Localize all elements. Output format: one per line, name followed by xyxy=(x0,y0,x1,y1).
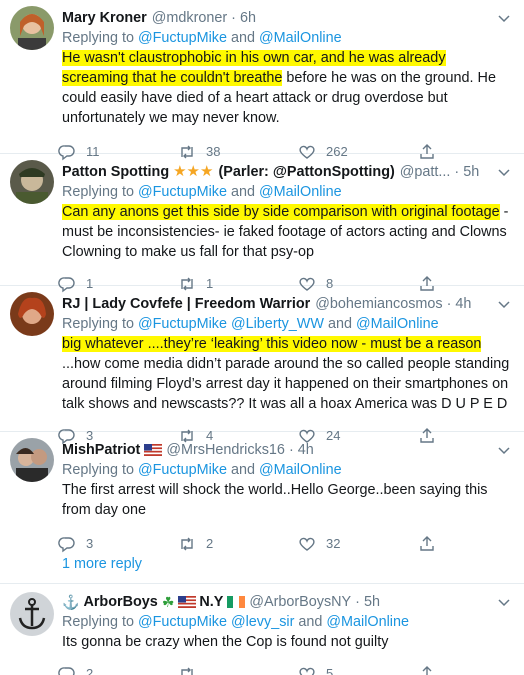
share-icon xyxy=(420,536,434,551)
display-name-suffix[interactable]: N.Y xyxy=(199,592,223,612)
tweet-rj-lady-covfefe[interactable]: RJ | Lady Covfefe | Freedom Warrior @boh… xyxy=(0,286,524,445)
display-name-suffix[interactable]: (Parler: @PattonSpotting) xyxy=(218,162,394,182)
separator-dot: · xyxy=(355,594,360,610)
tweet-patton-spotting[interactable]: Patton Spotting ★★★ (Parler: @PattonSpot… xyxy=(0,154,524,293)
share-button[interactable] xyxy=(418,535,448,553)
tweet-text: Its gonna be crazy when the Cop is found… xyxy=(62,634,389,650)
separator-dot: · xyxy=(454,164,460,180)
separator-dot: · xyxy=(288,442,294,458)
tweet-text: He wasn't claustrophobic in his own car,… xyxy=(62,50,496,126)
replying-to: Replying to @FuctupMike @levy_sir and @M… xyxy=(62,614,409,630)
user-handle[interactable]: @bohemiancosmos xyxy=(315,294,442,314)
tweet-arborboys[interactable]: ⚓ ArborBoys ☘ N.Y @ArborBoysNY · 5h Repl… xyxy=(0,584,524,675)
user-handle[interactable]: @MrsHendricks16 xyxy=(166,440,285,460)
heart-icon xyxy=(299,537,315,551)
share-button[interactable] xyxy=(418,665,448,675)
highlighted-text: Can any anons get this side by side comp… xyxy=(62,204,500,220)
timestamp[interactable]: 5h xyxy=(364,592,380,612)
reply-button[interactable]: 3 xyxy=(58,534,178,554)
like-button[interactable]: 5 xyxy=(298,664,418,675)
us-flag-icon xyxy=(144,444,163,456)
tweet-text: The first arrest will shock the world..H… xyxy=(62,482,488,518)
display-name[interactable]: RJ | Lady Covfefe | Freedom Warrior xyxy=(62,294,310,314)
tweet-mary-kroner[interactable]: Mary Kroner @mdkroner · 6h Replying to @… xyxy=(0,0,524,161)
display-name[interactable]: Mary Kroner xyxy=(62,8,147,28)
user-handle[interactable]: @ArborBoysNY xyxy=(249,592,351,612)
mention-link[interactable]: @FuctupMike xyxy=(138,462,227,478)
replying-to: Replying to @FuctupMike @Liberty_WW and … xyxy=(62,316,439,332)
chevron-down-icon[interactable] xyxy=(496,594,512,610)
retweet-button[interactable] xyxy=(178,665,298,675)
heart-icon xyxy=(299,667,315,675)
display-name[interactable]: Patton Spotting xyxy=(62,162,169,182)
mention-link[interactable]: @FuctupMike xyxy=(138,614,227,630)
tweet-text: big whatever ....they’re ‘leaking’ this … xyxy=(62,336,510,412)
separator-dot: · xyxy=(231,10,236,26)
timestamp[interactable]: 4h xyxy=(455,294,471,314)
chevron-down-icon[interactable] xyxy=(496,10,512,26)
mention-link[interactable]: @MailOnline xyxy=(259,184,342,200)
star-emoji-icon: ★★★ xyxy=(173,163,214,180)
chevron-down-icon[interactable] xyxy=(496,296,512,312)
avatar[interactable] xyxy=(10,160,54,204)
display-name[interactable]: ArborBoys xyxy=(83,592,157,612)
separator-dot: · xyxy=(446,296,452,312)
retweet-icon xyxy=(181,537,193,551)
avatar[interactable] xyxy=(10,6,54,50)
mention-link[interactable]: @FuctupMike xyxy=(138,184,227,200)
mention-link[interactable]: @MailOnline xyxy=(326,614,409,630)
avatar[interactable] xyxy=(10,592,54,636)
mention-link[interactable]: @Liberty_WW xyxy=(231,316,324,332)
user-handle[interactable]: @patt... xyxy=(400,162,451,182)
user-handle[interactable]: @mdkroner xyxy=(152,8,227,28)
timestamp[interactable]: 4h xyxy=(298,440,314,460)
timestamp[interactable]: 5h xyxy=(463,162,479,182)
chevron-down-icon[interactable] xyxy=(496,442,512,458)
tweet-text: Can any anons get this side by side comp… xyxy=(62,204,509,260)
like-button[interactable]: 32 xyxy=(298,534,418,554)
display-name[interactable]: MishPatriot xyxy=(62,440,140,460)
timestamp[interactable]: 6h xyxy=(240,8,256,28)
mention-link[interactable]: @MailOnline xyxy=(356,316,439,332)
replying-to: Replying to @FuctupMike and @MailOnline xyxy=(62,184,342,200)
mention-link[interactable]: @FuctupMike xyxy=(138,30,227,46)
tweet-mishpatriot[interactable]: MishPatriot @MrsHendricks16 · 4h Replyin… xyxy=(0,432,524,553)
chevron-down-icon[interactable] xyxy=(496,164,512,180)
share-icon xyxy=(422,666,432,675)
shamrock-emoji-icon: ☘ xyxy=(161,594,175,610)
reply-button[interactable]: 2 xyxy=(58,664,178,675)
mention-link[interactable]: @levy_sir xyxy=(231,614,294,630)
mention-link[interactable]: @MailOnline xyxy=(259,462,342,478)
reply-icon xyxy=(58,667,75,675)
highlighted-text: big whatever ....they’re ‘leaking’ this … xyxy=(62,336,482,352)
avatar[interactable] xyxy=(10,438,54,482)
ireland-flag-icon xyxy=(227,596,246,608)
replying-to: Replying to @FuctupMike and @MailOnline xyxy=(62,462,342,478)
avatar[interactable] xyxy=(10,292,54,336)
retweet-icon xyxy=(181,667,193,675)
us-flag-icon xyxy=(178,596,197,608)
mention-link[interactable]: @FuctupMike xyxy=(138,316,227,332)
retweet-button[interactable]: 2 xyxy=(178,534,298,554)
reply-icon xyxy=(58,537,75,553)
replying-to: Replying to @FuctupMike and @MailOnline xyxy=(62,30,342,46)
mention-link[interactable]: @MailOnline xyxy=(259,30,342,46)
anchor-emoji-icon: ⚓ xyxy=(62,594,80,610)
